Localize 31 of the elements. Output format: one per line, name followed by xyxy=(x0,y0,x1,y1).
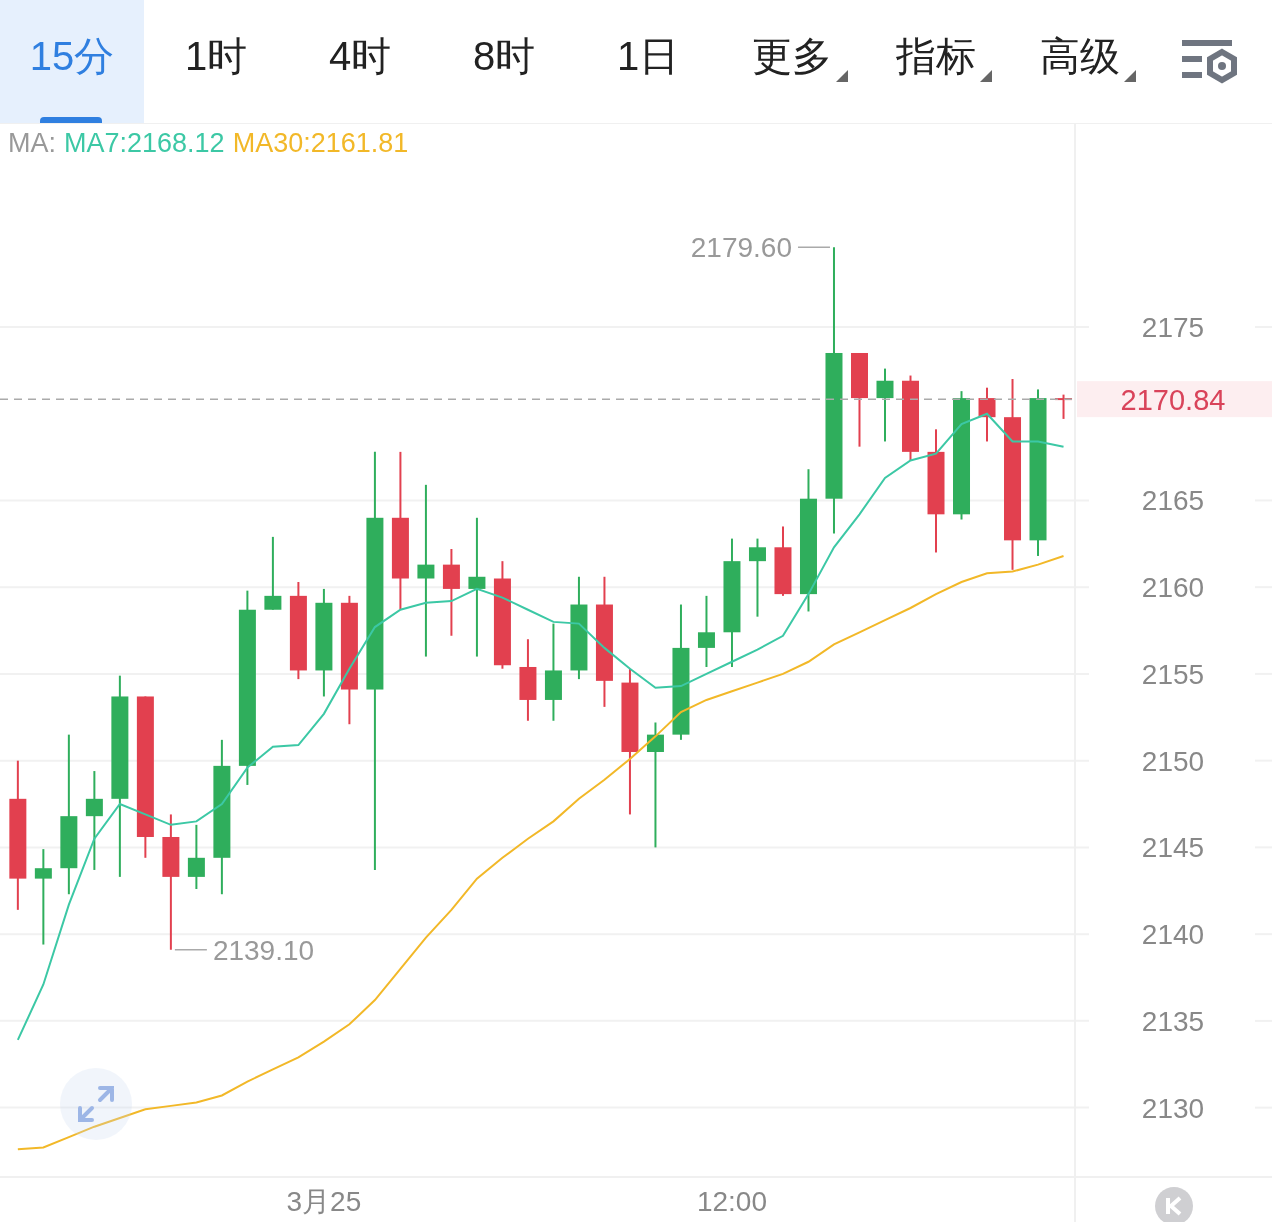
timeframe-tab[interactable]: 高级 xyxy=(1008,0,1152,123)
leader-line xyxy=(797,246,831,248)
axis-label: 2145 xyxy=(1141,832,1205,864)
candlestick xyxy=(774,525,792,597)
axis-label: 2135 xyxy=(1141,1005,1205,1037)
axis-label: 2130 xyxy=(1141,1092,1205,1124)
axis-label: 2155 xyxy=(1141,658,1205,690)
timeframe-tab[interactable]: 更多 xyxy=(720,0,864,123)
candlestick xyxy=(978,386,996,443)
legend-value: MA30:2161.81 xyxy=(232,128,409,159)
axis-label: 2140 xyxy=(1141,919,1205,951)
current-price: 2170.84 xyxy=(1120,384,1226,417)
settings-icon xyxy=(1182,37,1240,86)
axis-label: 2165 xyxy=(1141,485,1205,517)
axis-label: 12:00 xyxy=(696,1186,767,1217)
leader-line xyxy=(174,949,208,951)
timeframe-tab[interactable]: 8时 xyxy=(432,0,576,123)
legend-label: MA: xyxy=(8,128,56,159)
legend-value: MA7:2168.12 xyxy=(64,128,225,159)
axis-label: 2175 xyxy=(1141,311,1205,343)
axis-label: 2160 xyxy=(1141,572,1205,604)
axis-label: 2150 xyxy=(1141,745,1205,777)
timeframe-tab[interactable]: 4时 xyxy=(288,0,432,123)
low-price-label: 2139.10 xyxy=(212,934,315,966)
candlestick xyxy=(187,823,205,891)
k-logo-icon xyxy=(1155,1187,1193,1222)
timeframe-tab[interactable]: 指标 xyxy=(864,0,1008,123)
timeframe-tab[interactable]: 1时 xyxy=(144,0,288,123)
high-price-label: 2179.60 xyxy=(690,232,792,264)
timeframe-tab[interactable]: 1日 xyxy=(576,0,720,123)
axis-label: 3月25 xyxy=(286,1186,362,1217)
